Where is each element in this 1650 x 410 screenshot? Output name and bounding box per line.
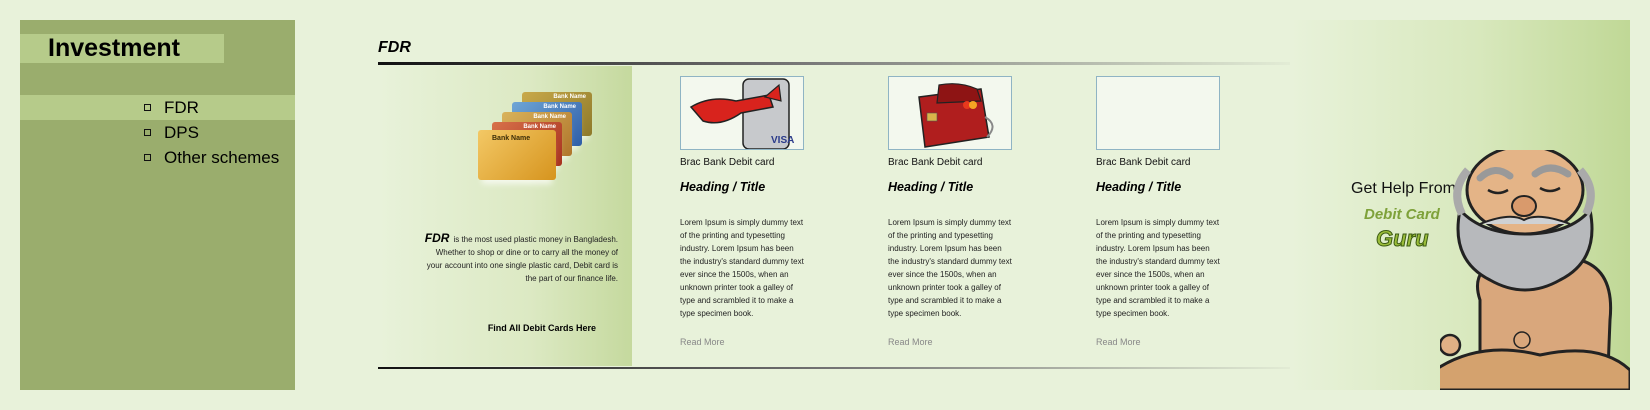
product-heading: Heading / Title — [888, 180, 974, 194]
read-more-link[interactable]: Read More — [1096, 337, 1141, 347]
card-bank-label: Bank Name — [553, 94, 586, 100]
product-heading: Heading / Title — [680, 180, 766, 194]
card-bank-label: Bank Name — [543, 104, 576, 110]
sidebar: Investment FDR DPS Other schemes — [20, 20, 295, 390]
product-name: Brac Bank Debit card — [1096, 157, 1191, 168]
sidebar-item-dps[interactable]: DPS — [20, 120, 295, 145]
sidebar-item-fdr[interactable]: FDR — [20, 95, 295, 120]
top-divider — [378, 62, 1314, 65]
product-thumbnail-empty[interactable] — [1096, 76, 1220, 150]
intro-text: FDR is the most used plastic money in Ban… — [418, 232, 618, 285]
stack-card-front: Bank Name — [478, 130, 556, 180]
help-guru-label[interactable]: Guru — [1376, 226, 1430, 252]
read-more-link[interactable]: Read More — [680, 337, 725, 347]
sidebar-menu: FDR DPS Other schemes — [20, 95, 295, 170]
product-card: Brac Bank Debit card Heading / Title Lor… — [1096, 76, 1226, 350]
bottom-divider — [378, 367, 1314, 369]
sidebar-item-label: Other schemes — [164, 148, 280, 167]
find-all-debit-cards-link[interactable]: Find All Debit Cards Here — [488, 323, 596, 333]
intro-panel: Bank Name Bank Name Bank Name Bank Name … — [378, 66, 632, 366]
read-more-link[interactable]: Read More — [888, 337, 933, 347]
sidebar-item-other-schemes[interactable]: Other schemes — [20, 145, 295, 170]
product-description: Lorem Ipsum is simply dummy text of the … — [1096, 218, 1220, 318]
sidebar-item-label: FDR — [164, 98, 199, 117]
product-description: Lorem Ipsum is simply dummy text of the … — [680, 218, 804, 318]
bullet-icon — [144, 104, 151, 111]
card-with-scarf-icon: VISA — [689, 78, 794, 149]
guru-mascot-icon — [1440, 150, 1630, 390]
product-name: Brac Bank Debit card — [888, 157, 983, 168]
product-thumbnail[interactable] — [888, 76, 1012, 150]
product-card: Brac Bank Debit card Heading / Title Lor… — [888, 76, 1018, 350]
svg-text:VISA: VISA — [771, 135, 794, 146]
card-bank-label: Bank Name — [533, 114, 566, 120]
product-thumbnail[interactable]: VISA — [680, 76, 804, 150]
product-name: Brac Bank Debit card — [680, 157, 775, 168]
help-subtitle[interactable]: Debit Card — [1364, 206, 1440, 223]
product-heading: Heading / Title — [1096, 180, 1182, 194]
card-bank-label: Bank Name — [492, 135, 531, 142]
sidebar-title: Investment — [48, 34, 180, 62]
product-card: VISA Brac Bank Debit card Heading / Titl… — [680, 76, 810, 350]
intro-lead: FDR — [424, 231, 450, 245]
product-description: Lorem Ipsum is simply dummy text of the … — [888, 218, 1012, 318]
bullet-icon — [144, 129, 151, 136]
section-title: FDR — [378, 39, 411, 56]
red-wallet-card-icon — [918, 83, 994, 148]
intro-body: is the most used plastic money in Bangla… — [426, 235, 618, 283]
bullet-icon — [144, 154, 151, 161]
card-stack-image: Bank Name Bank Name Bank Name Bank Name … — [478, 92, 598, 212]
sidebar-item-label: DPS — [164, 123, 199, 142]
